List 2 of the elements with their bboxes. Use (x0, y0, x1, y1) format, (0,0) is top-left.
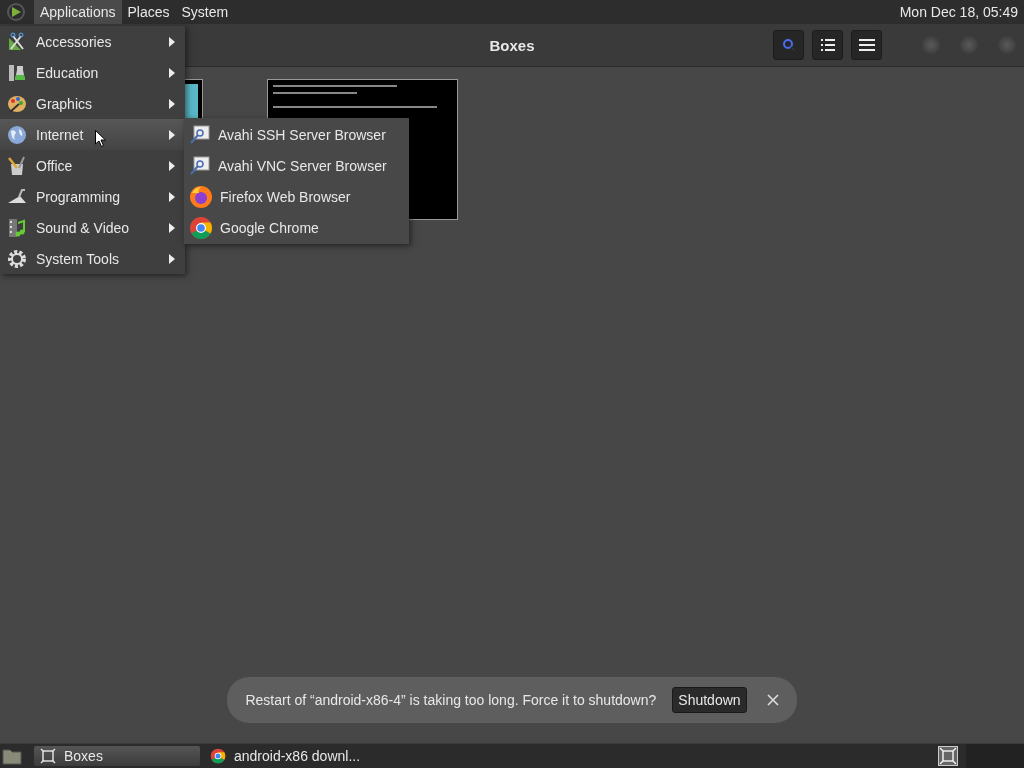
notification-message: Restart of “android-x86-4” is taking too long. Force it to shutdown? (245, 692, 657, 708)
window-title: Boxes (489, 36, 535, 54)
